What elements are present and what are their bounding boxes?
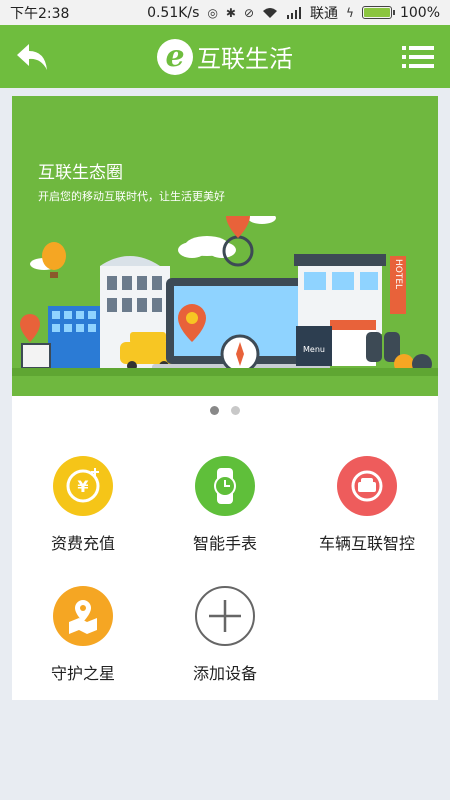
- main-card: 互联生态圈 开启您的移动互联时代，让生活更美好 HOTEL Menu ¥ 资费充…: [12, 96, 438, 700]
- svg-text:¥: ¥: [77, 477, 88, 496]
- page-title: 互联生活: [197, 45, 293, 73]
- battery-percent: 100%: [399, 4, 440, 21]
- alarm-icon: ◎: [207, 5, 218, 20]
- status-indicators: 0.51K/s ◎ ✱ ⊘ 联通 ϟ 100%: [147, 3, 440, 23]
- map-pin-icon: [53, 586, 113, 646]
- feature-label: 车辆互联智控: [318, 534, 415, 553]
- feature-add-device[interactable]: 添加设备: [154, 586, 296, 706]
- feature-smartwatch[interactable]: 智能手表: [154, 456, 296, 576]
- list-menu-icon: [402, 45, 434, 68]
- feature-label: 智能手表: [192, 534, 257, 553]
- bluetooth-icon: ✱: [225, 5, 236, 20]
- feature-recharge[interactable]: ¥ 资费充值: [12, 456, 154, 576]
- back-button[interactable]: [12, 37, 52, 77]
- smartwatch-icon: [195, 456, 255, 516]
- charging-icon: ϟ: [346, 5, 354, 20]
- banner-subtitle: 开启您的移动互联时代，让生活更美好: [38, 190, 225, 203]
- feature-label: 资费充值: [50, 534, 115, 553]
- brand-logo-icon: e: [157, 38, 193, 75]
- signal-icon: [287, 6, 302, 19]
- menu-sign: Menu: [303, 345, 325, 354]
- feature-label: 守护之星: [50, 664, 115, 683]
- brand: e 互联生活: [157, 38, 293, 75]
- menu-button[interactable]: [398, 37, 438, 77]
- mute-icon: ⊘: [243, 5, 255, 20]
- status-bar: 下午2:38 0.51K/s ◎ ✱ ⊘ 联通 ϟ 100%: [0, 0, 450, 25]
- status-time: 下午2:38: [10, 5, 70, 22]
- banner-title: 互联生态圈: [38, 163, 123, 183]
- app-header: e 互联生活: [0, 25, 450, 88]
- plus-icon: [195, 586, 255, 646]
- car-icon: [337, 456, 397, 516]
- pager-dot[interactable]: [231, 406, 240, 415]
- feature-guardian-star[interactable]: 守护之星: [12, 586, 154, 706]
- network-speed: 0.51K/s: [147, 4, 200, 21]
- yen-coin-icon: ¥: [53, 456, 113, 516]
- pager-dot[interactable]: [210, 406, 219, 415]
- carrier-name: 联通: [310, 5, 339, 22]
- feature-label: 添加设备: [192, 664, 257, 683]
- feature-vehicle-control[interactable]: 车辆互联智控: [296, 456, 438, 576]
- banner-pager[interactable]: [12, 406, 438, 415]
- hotel-sign: HOTEL: [393, 259, 403, 289]
- city-illustration: HOTEL Menu: [12, 216, 438, 376]
- wifi-icon: [263, 7, 278, 18]
- battery-fill: [363, 8, 390, 17]
- promo-banner[interactable]: 互联生态圈 开启您的移动互联时代，让生活更美好 HOTEL Menu: [12, 96, 438, 426]
- battery-icon: [361, 6, 395, 19]
- back-arrow-icon: [17, 43, 47, 70]
